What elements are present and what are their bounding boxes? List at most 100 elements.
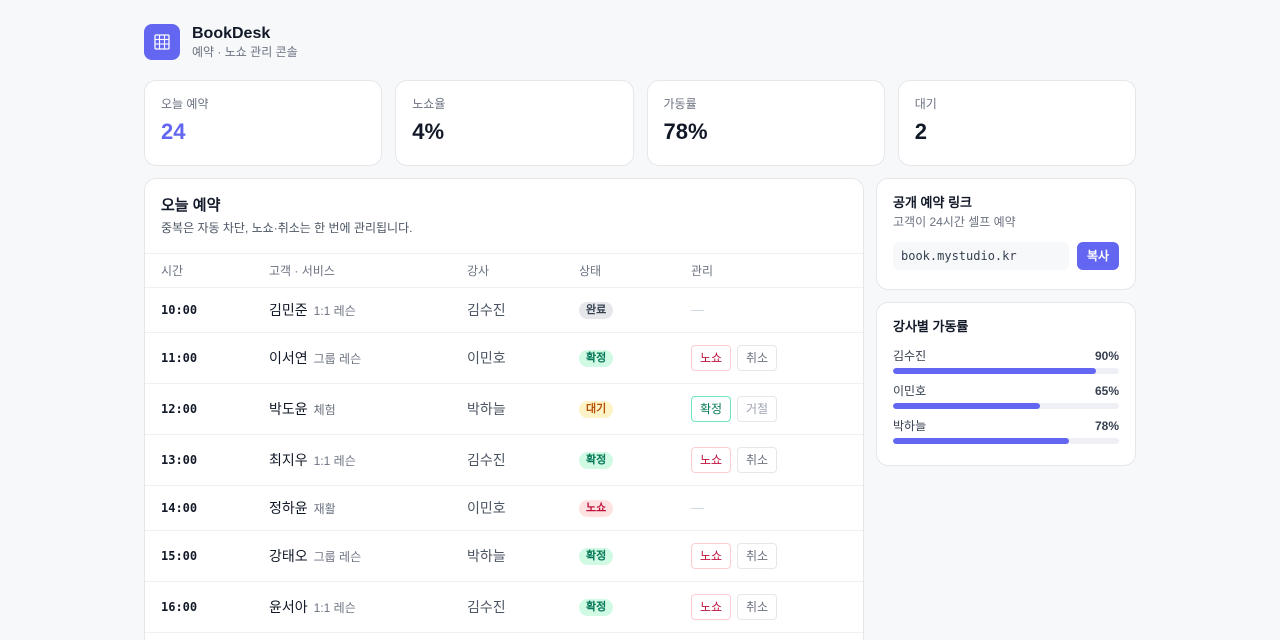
noshow-button[interactable]: 노쇼	[691, 344, 731, 371]
noshow-button[interactable]: 노쇼	[691, 446, 731, 473]
customer-name: 박도윤	[269, 400, 308, 417]
utilization-percent: 90%	[1094, 349, 1119, 363]
stat-label: 가동률	[663, 97, 697, 111]
status-badge: 완료	[579, 301, 614, 319]
service-name: 재활	[313, 501, 336, 516]
app-title: BookDesk	[192, 24, 271, 42]
bookings-header: 오늘 예약 중복은 자동 차단, 노쇼·취소는 한 번에 관리됩니다.	[145, 179, 863, 254]
status-badge: 확정	[579, 451, 614, 469]
confirm-button[interactable]: 확정	[691, 395, 731, 422]
public-link-url[interactable]: book.mystudio.kr	[893, 242, 1069, 270]
utilization-instructor-name: 이민호	[893, 384, 927, 398]
customer-name: 강태오	[269, 547, 308, 564]
bookings-card: 오늘 예약 중복은 자동 차단, 노쇼·취소는 한 번에 관리됩니다. 시간 고…	[144, 178, 864, 640]
utilization-list: 김수진 90% 이민호 65% 박하늘 78%	[893, 349, 1119, 444]
utilization-percent: 78%	[1094, 419, 1119, 433]
booking-time: 10:00	[161, 303, 198, 317]
column-header-customer: 고객 · 서비스	[253, 254, 451, 288]
table-row: 11:00 이서연 그룹 레슨 이민호 확정 노쇼 취소	[145, 332, 863, 384]
instructor-name: 이민호	[467, 349, 506, 366]
booking-time: 11:00	[161, 351, 198, 365]
copy-button[interactable]: 복사	[1077, 242, 1119, 270]
utilization-bar-track	[893, 368, 1119, 374]
instructor-name: 박하늘	[467, 400, 506, 417]
stat-value: 78%	[663, 119, 708, 144]
stat-card-today-bookings: 오늘 예약 24	[144, 80, 383, 166]
app-root: BookDesk 예약 · 노쇼 관리 콘솔 오늘 예약 24 노쇼율 4% 가…	[144, 24, 1136, 640]
status-badge: 확정	[579, 349, 614, 367]
service-name: 1:1 레슨	[313, 453, 356, 468]
stats-row: 오늘 예약 24 노쇼율 4% 가동률 78% 대기 2	[144, 80, 1136, 166]
service-name: 체험	[313, 402, 336, 417]
booking-time: 14:00	[161, 501, 198, 515]
stat-value: 24	[161, 119, 186, 144]
customer-name: 이서연	[269, 349, 308, 366]
utilization-bar-fill	[893, 403, 1040, 409]
utilization-item: 김수진 90%	[893, 349, 1119, 374]
utilization-bar-fill	[893, 438, 1070, 444]
stat-card-noshow-rate: 노쇼율 4%	[395, 80, 634, 166]
column-header-instructor: 강사	[451, 254, 563, 288]
bookings-title: 오늘 예약	[161, 197, 221, 214]
bookings-subtitle: 중복은 자동 차단, 노쇼·취소는 한 번에 관리됩니다.	[161, 221, 413, 235]
noshow-button[interactable]: 노쇼	[691, 542, 731, 569]
service-name: 1:1 레슨	[313, 303, 356, 318]
table-header-row: 시간 고객 · 서비스 강사 상태 관리	[145, 254, 863, 288]
public-link-subtitle: 고객이 24시간 셀프 예약	[893, 215, 1016, 229]
cancel-button[interactable]: 취소	[737, 446, 777, 473]
public-link-card: 공개 예약 링크 고객이 24시간 셀프 예약 book.mystudio.kr…	[876, 178, 1136, 290]
status-badge: 확정	[579, 598, 614, 616]
utilization-bar-track	[893, 403, 1119, 409]
no-action-dash: —	[691, 500, 704, 515]
cancel-button[interactable]: 취소	[737, 344, 777, 371]
reject-button[interactable]: 거절	[737, 395, 777, 422]
customer-name: 윤서아	[269, 598, 308, 615]
app-subtitle: 예약 · 노쇼 관리 콘솔	[192, 44, 298, 59]
table-row: 14:00 정하윤 재활 이민호 노쇼 —	[145, 485, 863, 531]
stat-card-utilization: 가동률 78%	[646, 80, 885, 166]
public-link-row: book.mystudio.kr 복사	[893, 242, 1119, 270]
column-header-status: 상태	[563, 254, 675, 288]
status-badge: 확정	[579, 547, 614, 565]
booking-time: 15:00	[161, 549, 198, 563]
instructor-utilization-card: 강사별 가동률 김수진 90% 이민호 65% 박하늘 78%	[876, 302, 1136, 466]
bookings-table: 시간 고객 · 서비스 강사 상태 관리 10:00 김민준 1:1 레슨 김수진…	[145, 254, 863, 633]
column-header-time: 시간	[145, 254, 253, 288]
booking-time: 13:00	[161, 453, 198, 467]
stat-label: 오늘 예약	[161, 97, 209, 111]
instructor-name: 이민호	[467, 499, 506, 516]
status-badge: 노쇼	[579, 499, 614, 517]
stat-value: 2	[914, 119, 927, 144]
status-badge: 대기	[579, 400, 614, 418]
utilization-item: 이민호 65%	[893, 384, 1119, 409]
table-row: 10:00 김민준 1:1 레슨 김수진 완료 —	[145, 287, 863, 333]
service-name: 1:1 레슨	[313, 600, 356, 615]
instructor-name: 박하늘	[467, 547, 506, 564]
instructor-name: 김수진	[467, 451, 506, 468]
stat-label: 대기	[914, 97, 937, 111]
instructor-name: 김수진	[467, 301, 506, 318]
stat-label: 노쇼율	[412, 97, 446, 111]
customer-name: 김민준	[269, 301, 308, 318]
public-link-title: 공개 예약 링크	[893, 195, 972, 210]
brand-header: BookDesk 예약 · 노쇼 관리 콘솔	[144, 24, 1136, 60]
customer-name: 최지우	[269, 451, 308, 468]
utilization-instructor-name: 김수진	[893, 349, 927, 363]
utilization-bar-track	[893, 438, 1119, 444]
column-header-actions: 관리	[675, 254, 863, 288]
instructor-name: 김수진	[467, 598, 506, 615]
cancel-button[interactable]: 취소	[737, 542, 777, 569]
table-row: 16:00 윤서아 1:1 레슨 김수진 확정 노쇼 취소	[145, 581, 863, 633]
utilization-instructor-name: 박하늘	[893, 419, 927, 433]
cancel-button[interactable]: 취소	[737, 593, 777, 620]
stat-value: 4%	[412, 119, 445, 144]
table-row: 15:00 강태오 그룹 레슨 박하늘 확정 노쇼 취소	[145, 530, 863, 582]
brand-text: BookDesk 예약 · 노쇼 관리 콘솔	[192, 25, 298, 60]
customer-name: 정하윤	[269, 499, 308, 516]
table-row: 12:00 박도윤 체험 박하늘 대기 확정 거절	[145, 383, 863, 435]
table-row: 13:00 최지우 1:1 레슨 김수진 확정 노쇼 취소	[145, 434, 863, 486]
stat-card-waiting: 대기 2	[897, 80, 1136, 166]
booking-time: 16:00	[161, 600, 198, 614]
calendar-grid-icon	[144, 24, 180, 60]
noshow-button[interactable]: 노쇼	[691, 593, 731, 620]
